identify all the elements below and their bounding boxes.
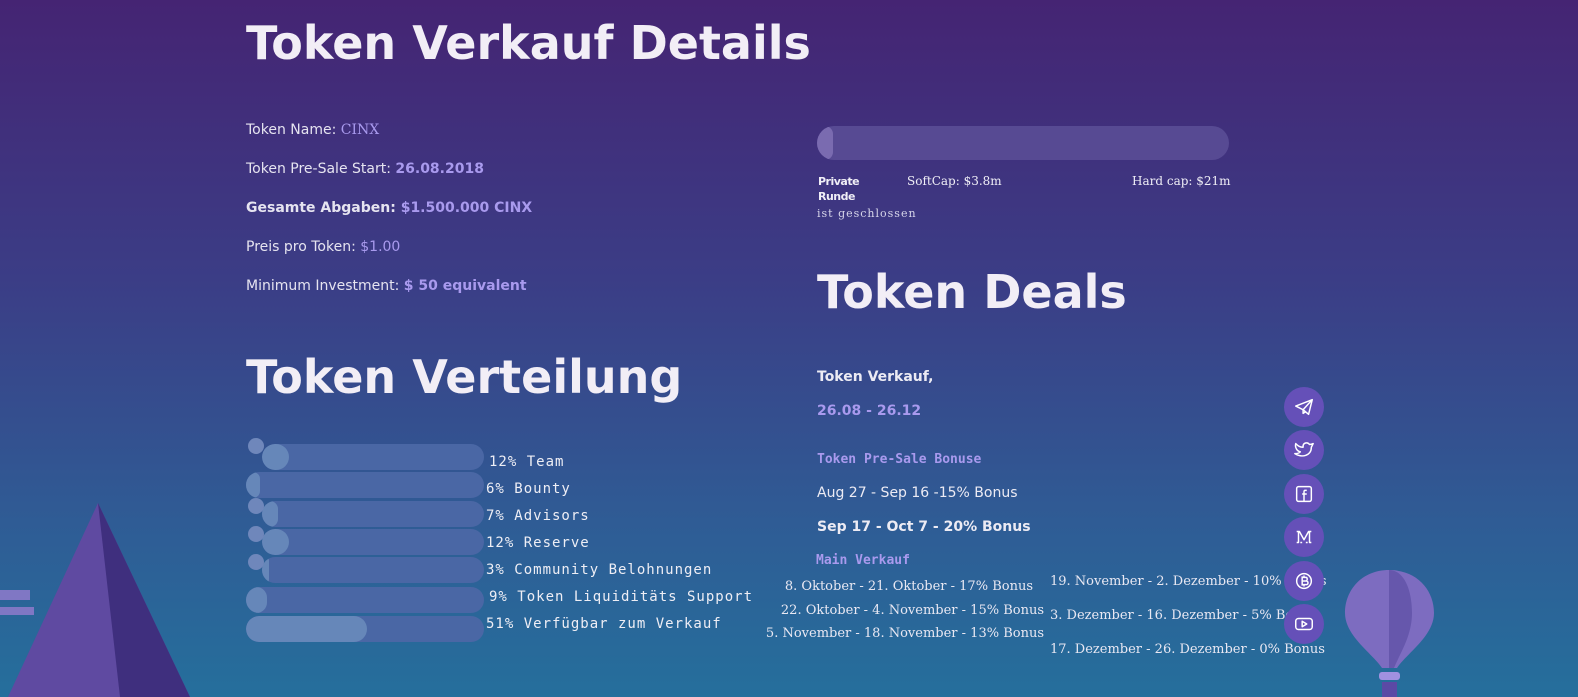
distribution-bar (262, 501, 484, 527)
mountain-illustration (0, 503, 190, 697)
total-supply-row: Gesamte Abgaben: $1.500.000 CINX (246, 200, 532, 216)
hard-cap-label: Hard cap: $21m (1132, 174, 1231, 188)
distribution-dot (248, 526, 264, 542)
main-sale-heading: Main Verkauf (816, 553, 910, 568)
distribution-label: 12% Team (489, 454, 565, 470)
main-sale-bonus-item: 17. Dezember - 26. Dezember - 0% Bonus (1050, 642, 1325, 657)
price-label: Preis pro Token: (246, 239, 356, 255)
distribution-label: 51% Verfügbar zum Verkauf (486, 616, 722, 632)
total-supply-label: Gesamte Abgaben: (246, 200, 396, 216)
distribution-label: 3% Community Belohnungen (486, 562, 713, 578)
facebook-button[interactable] (1284, 474, 1324, 514)
twitter-icon (1294, 442, 1314, 457)
token-name-value: CINX (340, 122, 380, 138)
sale-progress-bar (817, 126, 1229, 160)
presale-bonus-heading: Token Pre-Sale Bonuse (817, 452, 982, 467)
sale-dates: 26.08 - 26.12 (817, 403, 922, 419)
distribution-bar (246, 472, 484, 498)
distribution-label: 9% Token Liquiditäts Support (489, 589, 754, 605)
minimum-investment-value: $ 50 equivalent (403, 278, 527, 294)
bitcoin-icon (1295, 572, 1313, 590)
main-sale-bonus-item: 8. Oktober - 21. Oktober - 17% Bonus (784, 579, 1033, 594)
sale-label: Token Verkauf, (817, 369, 934, 385)
distribution-title: Token Verteilung (246, 350, 683, 404)
minimum-investment-row: Minimum Investment: $ 50 equivalent (246, 278, 527, 294)
main-sale-bonus-item: 3. Dezember - 16. Dezember - 5% Bonus (1050, 608, 1317, 623)
main-sale-bonus-item: 22. Oktober - 4. November - 15% Bonus (780, 603, 1044, 618)
details-title: Token Verkauf Details (246, 16, 811, 70)
distribution-bar-fill (246, 587, 268, 613)
presale-start-row: Token Pre-Sale Start: 26.08.2018 (246, 161, 484, 177)
deals-title: Token Deals (817, 265, 1127, 319)
minimum-investment-label: Minimum Investment: (246, 278, 400, 294)
distribution-label: 6% Bounty (486, 481, 571, 497)
private-round-closed-text: ist geschlossen (817, 207, 917, 220)
soft-cap-label: SoftCap: $3.8m (907, 174, 1002, 188)
distribution-bar-fill (262, 529, 289, 555)
bitcoin-button[interactable] (1284, 561, 1324, 601)
private-round-label: Private Runde (818, 174, 860, 204)
distribution-bar (262, 529, 484, 555)
total-supply-value: $1.500.000 CINX (400, 200, 533, 216)
distribution-label: 7% Advisors (486, 508, 590, 524)
presale-start-label: Token Pre-Sale Start: (246, 161, 391, 177)
telegram-icon (1295, 398, 1313, 416)
distribution-bar (246, 587, 484, 613)
distribution-bar-fill (262, 501, 278, 527)
price-row: Preis pro Token: $1.00 (246, 239, 400, 255)
presale-bonus-item: Sep 17 - Oct 7 - 20% Bonus (817, 519, 1031, 535)
distribution-dot (248, 498, 264, 514)
medium-icon (1296, 530, 1312, 544)
distribution-bar (246, 616, 484, 642)
distribution-bar (262, 557, 484, 583)
balloon-illustration (1345, 570, 1434, 697)
distribution-bar (262, 444, 484, 470)
youtube-icon (1295, 617, 1313, 631)
main-sale-bonus-item: 5. November - 18. November - 13% Bonus (765, 626, 1044, 641)
token-name-label: Token Name: (246, 122, 337, 138)
presale-start-value: 26.08.2018 (395, 161, 484, 177)
distribution-bar-fill (246, 472, 261, 498)
distribution-bar-fill (246, 616, 368, 642)
private-round-line-1: Private (818, 175, 860, 188)
telegram-button[interactable] (1284, 387, 1324, 427)
token-name-row: Token Name: CINX (246, 122, 379, 138)
distribution-bar-fill (262, 444, 289, 470)
private-round-line-2: Runde (818, 190, 855, 203)
facebook-icon (1295, 485, 1313, 503)
youtube-button[interactable] (1284, 604, 1324, 644)
distribution-dot (248, 554, 264, 570)
twitter-button[interactable] (1284, 430, 1324, 470)
price-value: $1.00 (360, 239, 401, 255)
distribution-label: 12% Reserve (486, 535, 590, 551)
distribution-dot (248, 438, 264, 454)
medium-button[interactable] (1284, 517, 1324, 557)
presale-bonus-item: Aug 27 - Sep 16 -15% Bonus (817, 485, 1018, 501)
sale-progress-fill (817, 126, 834, 160)
